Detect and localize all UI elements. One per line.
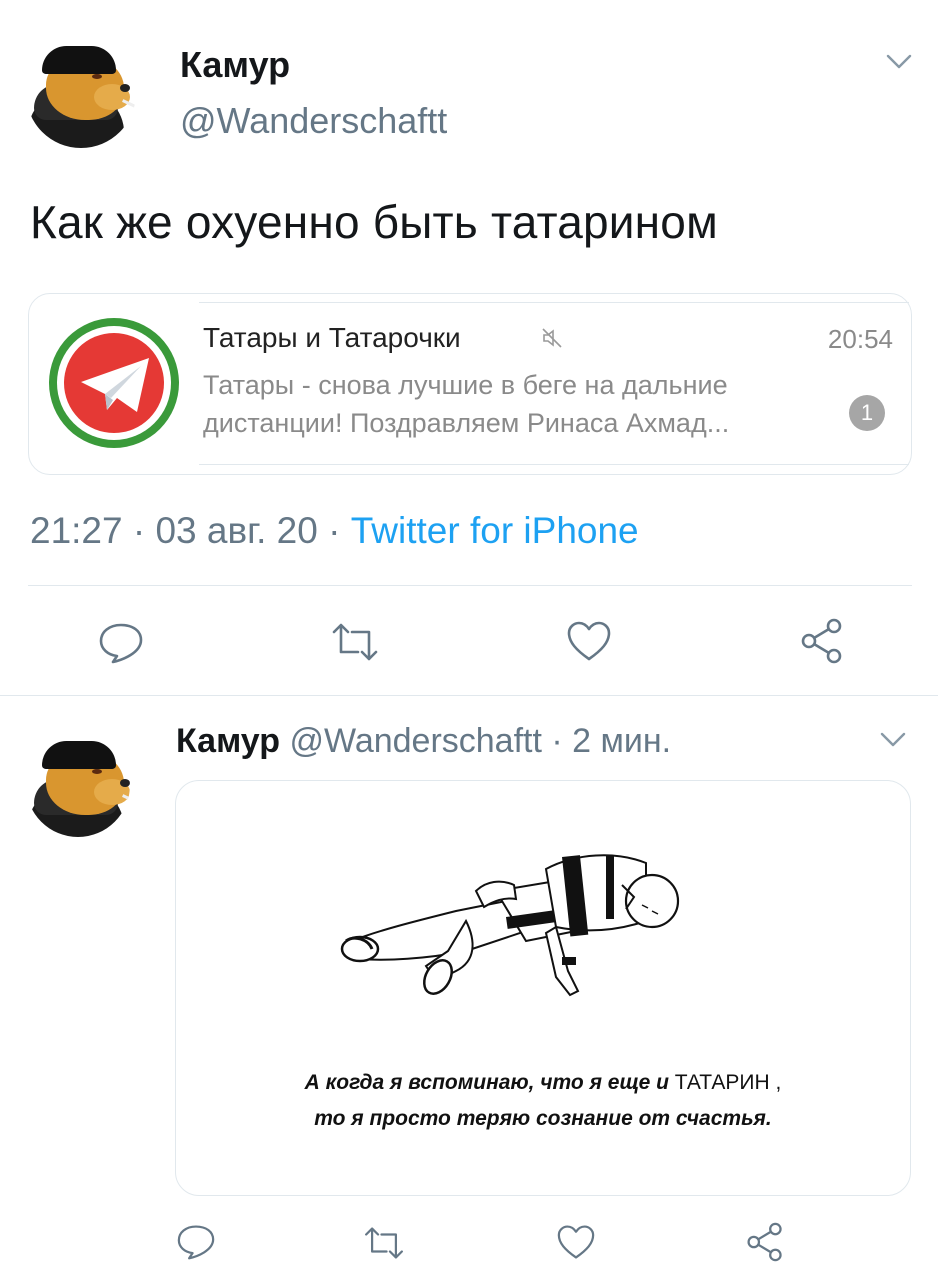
- quoted-card[interactable]: Татары и Татарочки 20:54 Татары - снова …: [28, 293, 912, 475]
- chat-time: 20:54: [827, 324, 893, 354]
- author-name[interactable]: Камур: [176, 722, 280, 760]
- reply-icon[interactable]: [98, 622, 144, 669]
- share-icon[interactable]: [746, 1222, 784, 1267]
- tweet-image[interactable]: А когда я вспоминаю, что я еще и ТАТАРИН…: [175, 780, 911, 1196]
- mute-icon: [541, 327, 563, 354]
- author-avatar[interactable]: [26, 733, 130, 837]
- like-icon[interactable]: [556, 1224, 596, 1265]
- fainted-man-illustration: [340, 854, 680, 997]
- telegram-logo-icon: [49, 318, 179, 448]
- caption-upper-part: ТАТАРИН ,: [674, 1071, 782, 1094]
- author-handle[interactable]: @Wanderschaftt: [289, 722, 541, 760]
- retweet-icon[interactable]: [330, 622, 380, 667]
- tweet-timestamp[interactable]: 21:27 · 03 авг. 20 ·: [30, 510, 351, 551]
- author-avatar[interactable]: [26, 38, 136, 148]
- time-ago[interactable]: · 2 мин.: [542, 722, 671, 760]
- image-caption-line2: то я просто теряю сознание от счастья.: [314, 1107, 772, 1130]
- divider: [0, 695, 938, 696]
- chat-title: Татары и Татарочки: [203, 322, 461, 353]
- tweet-source[interactable]: Twitter for iPhone: [351, 510, 639, 551]
- chat-preview: Татары - снова лучшие в беге на дальние …: [203, 370, 730, 438]
- like-icon[interactable]: [566, 620, 612, 667]
- unread-badge: 1: [849, 395, 885, 431]
- divider: [28, 585, 912, 586]
- share-icon[interactable]: [800, 618, 844, 669]
- reply-header: Камур @Wanderschaftt · 2 мин.: [176, 722, 671, 761]
- author-name[interactable]: Камур: [180, 44, 290, 86]
- caption-italic-part: А когда я вспоминаю, что я еще и: [304, 1071, 675, 1094]
- author-handle[interactable]: @Wanderschaftt: [180, 100, 447, 142]
- chevron-down-icon[interactable]: [886, 54, 912, 70]
- chevron-down-icon[interactable]: [880, 732, 906, 748]
- tweet-text: Как же охуенно быть татарином: [30, 196, 718, 248]
- reply-icon[interactable]: [176, 1224, 216, 1265]
- retweet-icon[interactable]: [362, 1226, 406, 1265]
- tweet-meta: 21:27 · 03 авг. 20 · Twitter for iPhone: [30, 510, 639, 552]
- image-caption-line1: А когда я вспоминаю, что я еще и ТАТАРИН…: [176, 1071, 910, 1095]
